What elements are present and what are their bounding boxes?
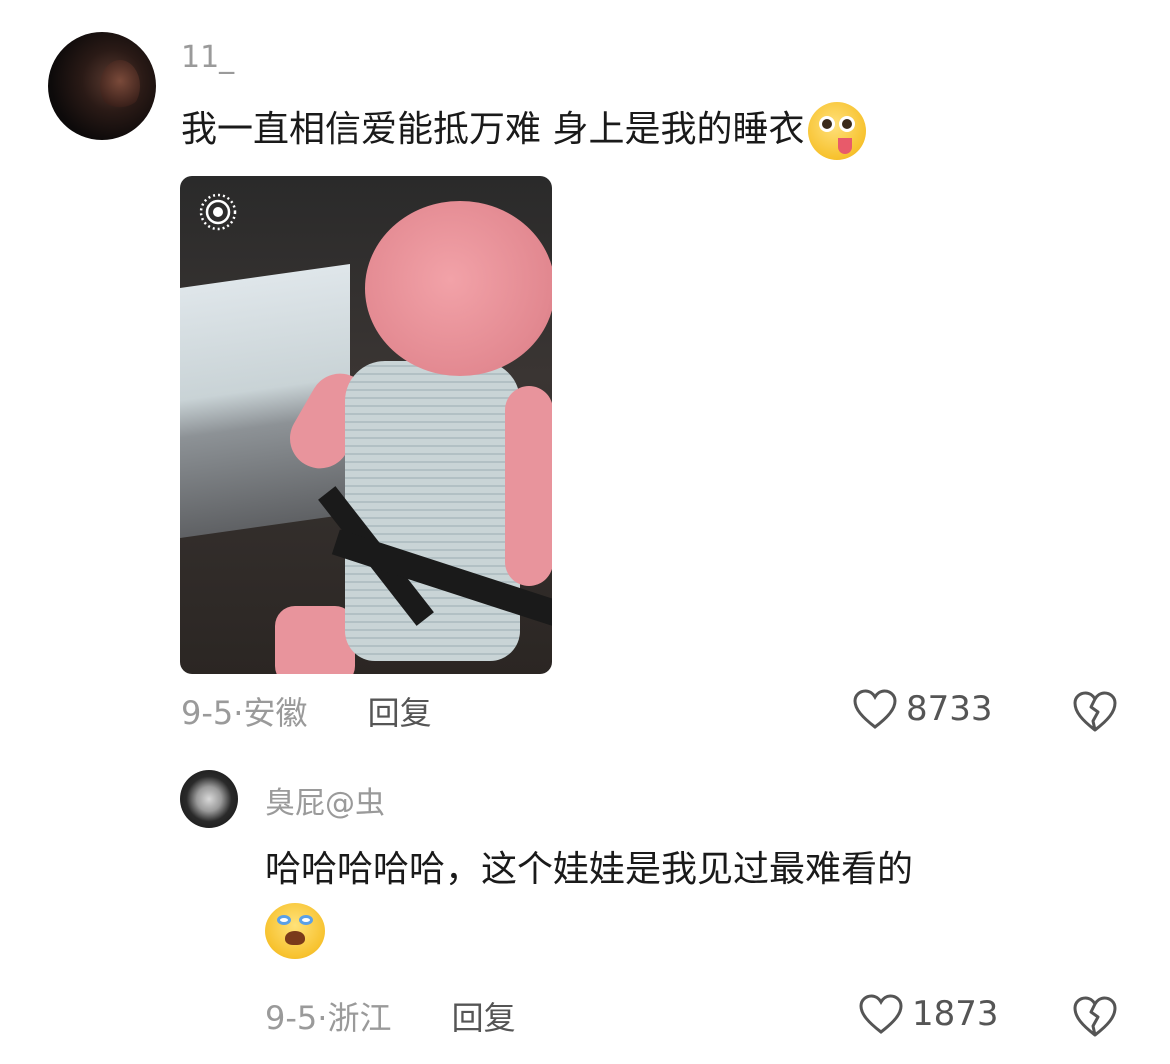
like-count: 1873 [912,994,999,1034]
reply-date: 9-5 [265,999,318,1037]
comment-location: 安徽 [243,694,308,732]
reply-body: 哈哈哈哈哈，这个娃娃是我见过最难看的 [265,849,914,890]
broken-heart-icon[interactable] [1072,688,1118,734]
heart-icon [859,994,903,1034]
meta-separator: · [317,999,328,1037]
reply-meta: 9-5·浙江 回复 [265,993,516,1039]
comment-date: 9-5 [181,694,234,732]
meta-separator: · [233,694,244,732]
comment-username[interactable]: 11_ [181,40,234,75]
tongue-out-emoji-icon [808,102,867,160]
like-button[interactable]: 8733 [852,688,993,730]
reply-username[interactable]: 臭屁@虫 [265,778,385,822]
comment-text: 我一直相信爱能抵万难 身上是我的睡衣 [181,100,867,160]
comment-body: 我一直相信爱能抵万难 身上是我的睡衣 [181,109,805,150]
like-count: 8733 [906,689,993,729]
reply-user-avatar[interactable] [180,770,238,828]
reply-location: 浙江 [327,999,392,1037]
comment-photo[interactable] [180,176,552,674]
reply-button[interactable]: 回复 [368,694,432,732]
reply-text: 哈哈哈哈哈，这个娃娃是我见过最难看的 [265,840,1085,960]
like-button[interactable]: 1873 [858,993,999,1035]
broken-heart-icon[interactable] [1072,993,1118,1039]
heart-icon [853,689,897,729]
live-photo-icon [199,193,237,231]
comment-meta: 9-5·安徽 回复 [181,688,432,734]
crying-laughing-emoji-icon [265,903,325,959]
user-avatar[interactable] [48,32,156,140]
reply-button[interactable]: 回复 [452,999,516,1037]
